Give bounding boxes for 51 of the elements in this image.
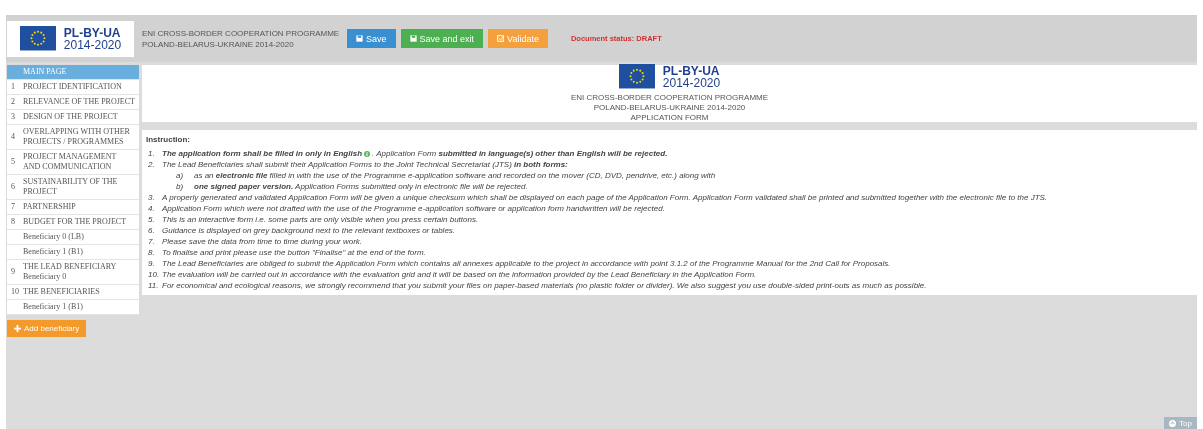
sidebar-item[interactable]: 8 BUDGET FOR THE PROJECT xyxy=(7,215,139,230)
item-number: 8. xyxy=(147,247,156,258)
programme-title-line: ENI CROSS-BORDER COOPERATION PROGRAMME xyxy=(570,92,769,103)
instruction-text: Guidance is displayed on grey background next to the relevant textboxes or tables. xyxy=(162,225,456,236)
sidebar-item[interactable]: 7 PARTNERSHIP xyxy=(7,200,139,215)
instruction-heading: Instruction: xyxy=(146,135,191,144)
item-number: 7. xyxy=(147,236,156,247)
programme-title-line: POLAND-BELARUS-UKRAINE 2014-2020 xyxy=(593,102,746,113)
instruction-text: one signed paper version. Application Forms submitted only in electronic file will be rejected. xyxy=(194,181,528,192)
item-number: 2. xyxy=(147,159,156,170)
checkbox-icon xyxy=(497,35,505,42)
instruction-text: as an electronic file filled in with the use of the Programme e-application software and recorded on the mover (CD, DVD, pendrive, etc.) along with xyxy=(194,170,716,181)
logo-name: PL-BY-UA xyxy=(662,64,721,77)
logo-years: 2014-2020 xyxy=(63,38,122,51)
item-number: 11. xyxy=(147,280,160,291)
item-number: 6. xyxy=(147,225,156,236)
instruction-text: Please save the data from time to time during your work. xyxy=(162,236,363,247)
instruction-text: . Application Form submitted in language(s) other than English will be rejected. xyxy=(372,148,668,159)
programme-name: POLAND-BELARUS-UKRAINE 2014-2020 xyxy=(142,38,295,50)
instruction-text: A properly generated and validated Application Form will be given a unique checksum which shall be displayed on each page of the Application Form. Application Form validated shall be printed and submitted together with the electronic file to the JTS. xyxy=(162,192,1048,203)
item-number: 4. xyxy=(147,203,156,214)
item-number: 9. xyxy=(147,258,156,269)
flag-icon xyxy=(19,26,56,51)
plus-icon xyxy=(14,325,21,332)
sidebar-item[interactable]: 2 RELEVANCE OF THE PROJECT xyxy=(7,95,139,110)
instruction-text: The Lead Beneficiaries are obliged to submit the Application Form which contains all annexes applicable to the project in accordance with point 3.1.2 of the Programme Manual for the 2nd Call for Proposals. xyxy=(162,258,891,269)
item-number: 3. xyxy=(147,192,156,203)
instruction-text: Application Form which were not drafted with the use of the Programme e-application software or application form handwritten will be rejected. xyxy=(162,203,665,214)
instruction-text: The application form shall be filled in only in English xyxy=(162,148,363,159)
item-letter: a) xyxy=(175,170,185,181)
flag-icon xyxy=(618,64,655,89)
instruction-text: For economical and ecological reasons, we strongly recommend that you submit your files on paper-based materials (no plastic folder or divider). We also suggest you use double-sided print-outs as much as possible. xyxy=(162,280,927,291)
instruction-text: The Lead Beneficiaries shall submit their Application Forms to the Joint Technical Secretariat (JTS) in both forms: xyxy=(162,159,568,170)
instruction-text: This is an interactive form i.e. some parts are only visible when you press certain buttons. xyxy=(162,214,479,225)
sidebar-item[interactable]: 10 THE BENEFICIARIES xyxy=(7,285,139,300)
instruction-text: The evaluation will be carried out in accordance with the evaluation grid and it will be based on the information provided by the Lead Beneficiary in the Application Form. xyxy=(162,269,757,280)
item-number: 5. xyxy=(147,214,156,225)
logo-years: 2014-2020 xyxy=(662,76,721,89)
logo-name: PL-BY-UA xyxy=(63,26,122,39)
up-arrow-icon xyxy=(1169,420,1177,427)
sidebar-subitem[interactable]: Beneficiary 0 (LB) xyxy=(7,230,139,245)
sidebar-subitem[interactable]: Beneficiary 1 (B1) xyxy=(7,245,139,260)
instruction-text: To finalise and print please use the button "Finalise" at the end of the form. xyxy=(162,247,426,258)
item-number: 1. xyxy=(147,148,156,159)
item-letter: b) xyxy=(175,181,185,192)
programme-name: ENI CROSS-BORDER COOPERATION PROGRAMME xyxy=(142,27,341,39)
programme-title-line: APPLICATION FORM xyxy=(630,112,709,123)
sidebar-item[interactable]: 1 PROJECT IDENTIFICATION xyxy=(7,80,139,95)
item-number: 10. xyxy=(147,269,161,280)
sidebar-item[interactable]: 3 DESIGN OF THE PROJECT xyxy=(7,110,139,125)
sidebar-subitem[interactable]: Beneficiary 1 (B1) xyxy=(7,300,139,315)
